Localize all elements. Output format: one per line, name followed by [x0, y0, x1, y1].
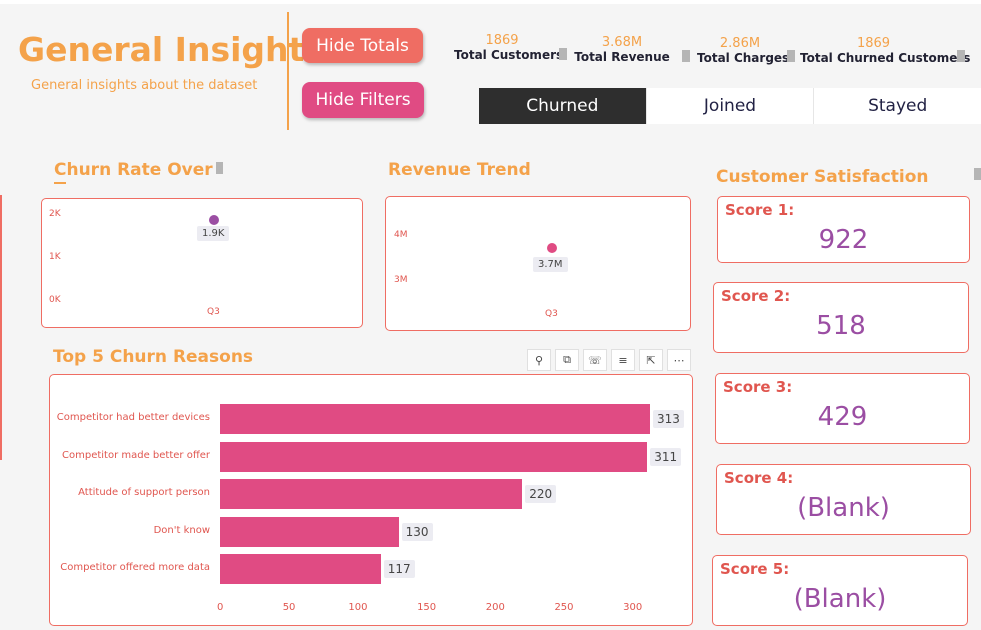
score-card-1: Score 1: 922 [717, 196, 970, 263]
x-tick: 300 [623, 602, 643, 613]
kpi-value: 1869 [485, 33, 519, 48]
score-label: Score 4: [724, 469, 794, 487]
pin-icon[interactable]: ⚲ [527, 349, 551, 371]
tab-stayed[interactable]: Stayed [813, 88, 981, 124]
x-tick: Q3 [207, 307, 220, 317]
top-strip [0, 0, 981, 4]
score-card-4: Score 4: (Blank) [716, 464, 971, 535]
churn-rate-title: Churn Rate Over [54, 160, 213, 180]
expand-icon[interactable]: ⇱ [639, 349, 663, 371]
bar[interactable] [220, 516, 399, 547]
kpi-marker-icon [787, 50, 795, 62]
score-label: Score 5: [720, 560, 790, 578]
bar[interactable] [220, 404, 650, 434]
y-tick: 1K [49, 252, 61, 262]
churn-point-label: 1.9K [197, 226, 230, 241]
churn-rate-underline [54, 182, 66, 184]
status-tabs: Churned Joined Stayed [479, 88, 981, 124]
score-label: Score 3: [723, 378, 793, 396]
bar-value-label: 311 [650, 447, 682, 466]
tab-churned[interactable]: Churned [479, 88, 646, 124]
satisfaction-title: Customer Satisfaction Score Distribution [716, 167, 966, 188]
kpi-label: Total Revenue [574, 50, 670, 64]
bar[interactable] [220, 479, 523, 509]
score-value: 518 [816, 311, 866, 341]
satisfaction-title-text: Customer Satisfaction Score Distribution [716, 167, 929, 188]
score-value: (Blank) [797, 493, 890, 523]
kpi-value: 3.68M [601, 35, 643, 50]
kpi-marker-icon [957, 50, 965, 62]
revenue-trend-card: 4M 3M 3.7M Q3 [385, 196, 691, 331]
bar-category-label: Don't know [153, 524, 210, 536]
hide-totals-button[interactable]: Hide Totals [302, 28, 423, 63]
x-tick: 100 [348, 602, 368, 613]
score-label: Score 1: [725, 201, 795, 219]
score-card-2: Score 2: 518 [713, 282, 969, 353]
score-card-3: Score 3: 429 [715, 373, 970, 444]
bar[interactable] [220, 554, 381, 584]
churn-rate-marker-icon [216, 162, 223, 174]
kpi-label: Total Churned Customers [800, 51, 971, 65]
kpi-label: Total Charges [697, 51, 790, 65]
visual-toolbar: ⚲ ⧉ ☏ ≡ ⇱ ⋯ [527, 349, 694, 371]
bar-category-label: Competitor offered more data [60, 562, 210, 573]
y-tick: 3M [394, 275, 408, 285]
x-tick: 200 [485, 602, 505, 613]
bell-icon[interactable]: ☏ [583, 349, 607, 371]
kpi-total-revenue: 3.68M Total Revenue [574, 35, 670, 65]
score-value: (Blank) [793, 584, 887, 614]
x-tick: 150 [417, 602, 437, 613]
kpi-value: 1869 [856, 36, 891, 51]
filter-icon[interactable]: ≡ [611, 349, 635, 371]
kpi-total-churned: 1869 Total Churned Customers [800, 36, 971, 66]
x-tick: Q3 [545, 309, 558, 319]
kpi-label: Total Customers [454, 48, 564, 62]
satisfaction-marker-icon [974, 168, 981, 180]
more-icon[interactable]: ⋯ [667, 349, 691, 371]
score-value: 922 [818, 225, 869, 255]
page-subtitle: General insights about the dataset [31, 78, 258, 93]
churn-rate-card: 2K 1K 0K 1.9K Q3 [41, 198, 363, 328]
bar-category-label: Competitor made better offer [62, 449, 210, 461]
bar-value-label: 130 [401, 522, 433, 541]
kpi-total-customers: 1869 Total Customers [454, 33, 564, 63]
y-tick: 0K [49, 295, 61, 305]
x-tick: 250 [554, 602, 574, 613]
score-value: 429 [817, 402, 868, 432]
kpi-marker-icon [682, 50, 690, 62]
hide-filters-button[interactable]: Hide Filters [302, 82, 424, 118]
revenue-point-label: 3.7M [533, 257, 568, 272]
x-tick: 50 [282, 602, 296, 613]
copy-icon[interactable]: ⧉ [555, 349, 579, 371]
bar-value-label: 117 [383, 560, 415, 578]
churn-point[interactable] [209, 214, 219, 225]
bar-value-label: 220 [525, 485, 557, 503]
revenue-trend-title: Revenue Trend [388, 160, 531, 180]
churn-reasons-card: Competitor had better devices 313 Competit… [49, 374, 693, 626]
score-label: Score 2: [721, 287, 791, 305]
bar-category-label: Competitor had better devices [56, 412, 210, 423]
kpi-value: 2.86M [719, 36, 761, 51]
score-card-5: Score 5: (Blank) [712, 555, 968, 626]
header-divider [287, 12, 289, 130]
tab-joined[interactable]: Joined [645, 88, 814, 124]
x-tick: 0 [217, 602, 224, 613]
kpi-total-charges: 2.86M Total Charges [697, 36, 790, 66]
revenue-point[interactable] [547, 243, 557, 254]
bar-category-label: Attitude of support person [78, 487, 210, 498]
y-tick: 4M [394, 230, 408, 240]
bar[interactable] [220, 441, 648, 472]
kpi-marker-icon [559, 48, 567, 60]
page-title: General Insights [18, 30, 324, 69]
y-tick: 2K [49, 209, 61, 219]
churn-reasons-title: Top 5 Churn Reasons [53, 347, 254, 367]
bar-value-label: 313 [653, 410, 684, 428]
report-canvas: General Insights General insights about … [0, 0, 981, 630]
